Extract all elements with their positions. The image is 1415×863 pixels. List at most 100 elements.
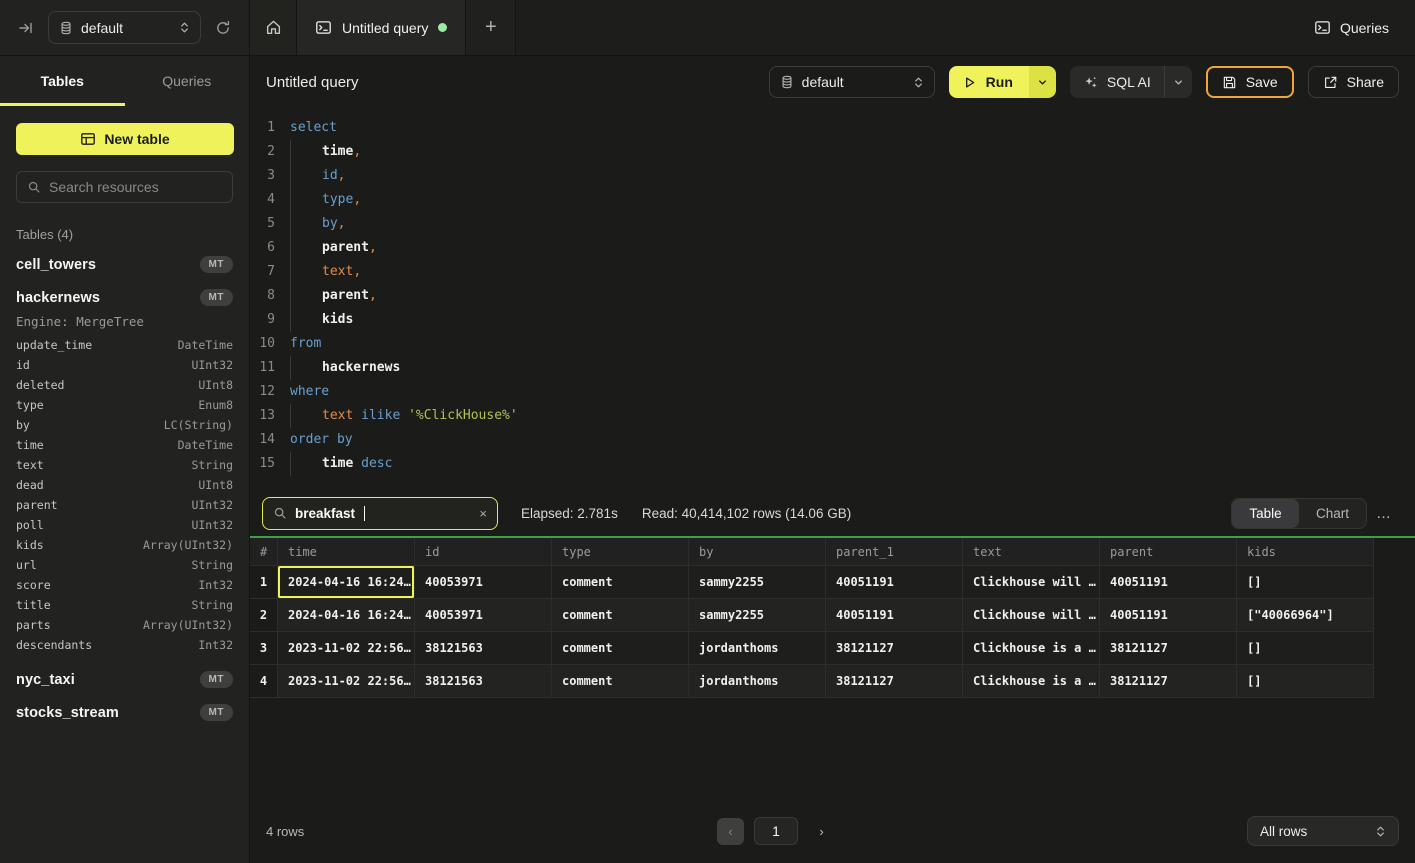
table-cell[interactable]: Clickhouse is a … — [963, 665, 1100, 698]
table-cell[interactable]: 38121563 — [415, 632, 552, 665]
code-line[interactable]: 14order by — [250, 428, 1415, 452]
table-cell[interactable]: comment — [552, 566, 689, 599]
column-row[interactable]: kidsArray(UInt32) — [16, 535, 233, 555]
table-cell[interactable]: sammy2255 — [689, 599, 826, 632]
table-cell[interactable]: 38121127 — [1100, 665, 1237, 698]
table-cell[interactable]: [] — [1237, 665, 1374, 698]
code-line[interactable]: 2time, — [250, 140, 1415, 164]
table-cell[interactable]: Clickhouse will … — [963, 566, 1100, 599]
column-row[interactable]: partsArray(UInt32) — [16, 615, 233, 635]
code-line[interactable]: 7text, — [250, 260, 1415, 284]
code-line[interactable]: 15time desc — [250, 452, 1415, 476]
column-header-kids[interactable]: kids — [1237, 538, 1374, 566]
code-line[interactable]: 9kids — [250, 308, 1415, 332]
collapse-sidebar-button[interactable] — [14, 16, 38, 40]
table-cell[interactable]: 40053971 — [415, 566, 552, 599]
prev-page-button[interactable]: ‹ — [717, 818, 744, 845]
page-size-selector[interactable]: All rows — [1247, 816, 1399, 846]
code-line[interactable]: 12where — [250, 380, 1415, 404]
run-options-button[interactable] — [1029, 66, 1056, 98]
sql-editor[interactable]: 1select2time,3id,4type,5by,6parent,7text… — [250, 112, 1415, 484]
table-cell[interactable]: 2024-04-16 16:24… — [278, 599, 415, 632]
database-selector-sidebar[interactable]: default — [48, 11, 201, 44]
tab-untitled-query[interactable]: Untitled query — [297, 0, 466, 55]
column-row[interactable]: titleString — [16, 595, 233, 615]
column-header-time[interactable]: time — [278, 538, 415, 566]
column-row[interactable]: urlString — [16, 555, 233, 575]
column-header-type[interactable]: type — [552, 538, 689, 566]
table-cell[interactable]: comment — [552, 632, 689, 665]
next-page-button[interactable]: › — [808, 818, 835, 845]
view-toggle-chart[interactable]: Chart — [1299, 499, 1366, 528]
table-cell[interactable]: jordanthoms — [689, 632, 826, 665]
results-search[interactable]: breakfast × — [262, 497, 498, 530]
new-table-button[interactable]: New table — [16, 123, 234, 155]
table-cell[interactable]: 40051191 — [826, 599, 963, 632]
table-cell[interactable]: 40051191 — [1100, 566, 1237, 599]
save-button[interactable]: Save — [1206, 66, 1294, 98]
refresh-button[interactable] — [211, 16, 235, 40]
table-cell[interactable]: jordanthoms — [689, 665, 826, 698]
queries-top-button[interactable]: Queries — [1314, 0, 1389, 55]
sql-ai-options-button[interactable] — [1165, 66, 1192, 98]
column-row[interactable]: parentUInt32 — [16, 495, 233, 515]
table-cell[interactable]: 38121127 — [1100, 632, 1237, 665]
column-row[interactable]: update_timeDateTime — [16, 335, 233, 355]
sidebar-table-item-hackernews[interactable]: hackernewsMT — [16, 281, 233, 314]
table-cell[interactable]: 40051191 — [1100, 599, 1237, 632]
share-button[interactable]: Share — [1308, 66, 1399, 98]
code-line[interactable]: 11hackernews — [250, 356, 1415, 380]
column-row[interactable]: pollUInt32 — [16, 515, 233, 535]
column-header-parent[interactable]: parent — [1100, 538, 1237, 566]
resource-search[interactable] — [16, 171, 233, 203]
table-cell[interactable]: sammy2255 — [689, 566, 826, 599]
table-cell[interactable]: 38121127 — [826, 632, 963, 665]
code-line[interactable]: 10from — [250, 332, 1415, 356]
sidebar-tab-queries[interactable]: Queries — [125, 56, 250, 106]
code-line[interactable]: 5by, — [250, 212, 1415, 236]
sidebar-table-item-nyc_taxi[interactable]: nyc_taxiMT — [16, 663, 233, 696]
code-line[interactable]: 13text ilike '%ClickHouse%' — [250, 404, 1415, 428]
code-line[interactable]: 6parent, — [250, 236, 1415, 260]
table-cell[interactable]: 2023-11-02 22:56… — [278, 632, 415, 665]
column-row[interactable]: timeDateTime — [16, 435, 233, 455]
column-row[interactable]: textString — [16, 455, 233, 475]
clear-search-button[interactable]: × — [479, 506, 487, 521]
column-row[interactable]: deadUInt8 — [16, 475, 233, 495]
sidebar-table-item-cell_towers[interactable]: cell_towersMT — [16, 248, 233, 281]
table-cell[interactable]: Clickhouse will … — [963, 599, 1100, 632]
code-line[interactable]: 4type, — [250, 188, 1415, 212]
table-cell[interactable]: comment — [552, 599, 689, 632]
selected-cell[interactable]: 2024-04-16 16:24… — [278, 566, 415, 599]
database-selector-main[interactable]: default — [769, 66, 935, 98]
table-cell[interactable]: 38121563 — [415, 665, 552, 698]
sidebar-tab-tables[interactable]: Tables — [0, 56, 125, 106]
column-header-parent_1[interactable]: parent_1 — [826, 538, 963, 566]
new-tab-button[interactable]: + — [466, 0, 516, 55]
table-cell[interactable]: [] — [1237, 632, 1374, 665]
table-cell[interactable]: [] — [1237, 566, 1374, 599]
table-cell[interactable]: 40051191 — [826, 566, 963, 599]
results-more-button[interactable]: … — [1369, 505, 1399, 522]
column-header-num[interactable]: # — [250, 538, 278, 566]
run-button[interactable]: Run — [949, 66, 1029, 98]
table-cell[interactable]: ["40066964"] — [1237, 599, 1374, 632]
column-row[interactable]: scoreInt32 — [16, 575, 233, 595]
view-toggle-table[interactable]: Table — [1232, 499, 1299, 528]
table-cell[interactable]: 38121127 — [826, 665, 963, 698]
code-line[interactable]: 3id, — [250, 164, 1415, 188]
table-cell[interactable]: Clickhouse is a … — [963, 632, 1100, 665]
column-row[interactable]: byLC(String) — [16, 415, 233, 435]
page-number-field[interactable]: 1 — [754, 817, 798, 845]
resource-search-input[interactable] — [49, 179, 230, 195]
code-line[interactable]: 1select — [250, 116, 1415, 140]
home-tab[interactable] — [250, 0, 297, 55]
column-header-by[interactable]: by — [689, 538, 826, 566]
code-line[interactable]: 8parent, — [250, 284, 1415, 308]
sql-ai-button[interactable]: SQL AI — [1070, 66, 1165, 98]
column-row[interactable]: deletedUInt8 — [16, 375, 233, 395]
table-cell[interactable]: comment — [552, 665, 689, 698]
table-cell[interactable]: 2023-11-02 22:56… — [278, 665, 415, 698]
sidebar-table-item-stocks_stream[interactable]: stocks_streamMT — [16, 696, 233, 729]
table-cell[interactable]: 40053971 — [415, 599, 552, 632]
